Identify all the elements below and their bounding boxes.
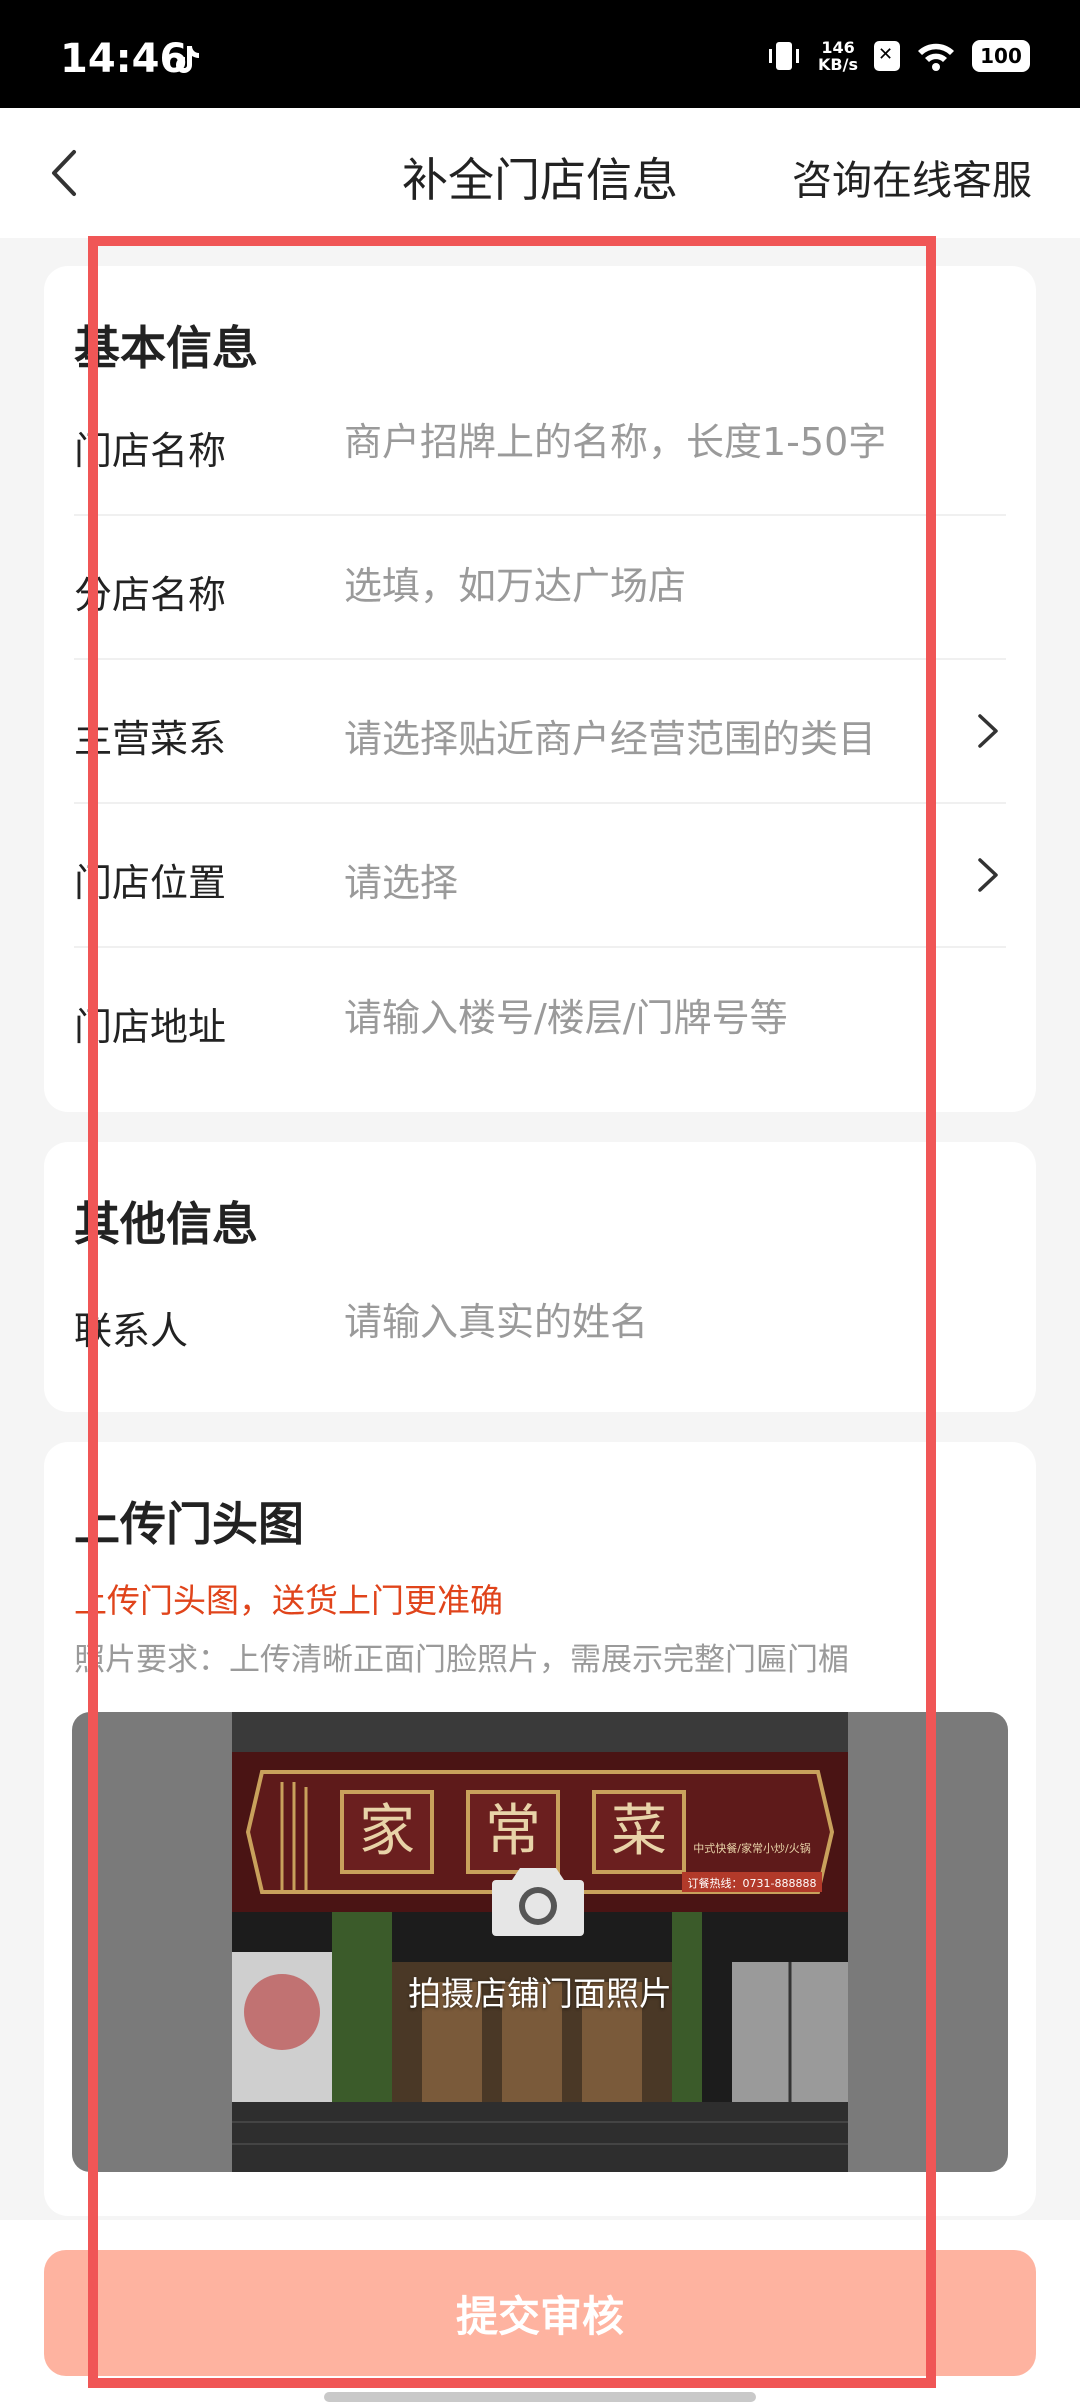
bottom-bar: 提交审核 [0,2220,1080,2408]
location-select[interactable]: 请选择 [344,852,458,907]
sign-char-1: 家 [359,1799,415,1864]
cuisine-label: 主营菜系 [74,717,227,761]
location-label: 门店位置 [74,861,227,905]
store-name-label: 门店名称 [74,429,227,473]
vibrate-icon [769,42,800,70]
contact-input[interactable] [344,1290,934,1354]
storefront-sample-image: 家 常 菜 中式快餐/家常小炒/火锅 订餐热线：0731-888888 [232,1712,848,2172]
sim-icon [874,41,900,71]
basic-info-card: 基本信息 门店名称 分店名称 主营菜系 请选择贴近商户经营范围的类目 门店位置 … [44,266,1036,1112]
sign-char-2: 常 [485,1799,541,1864]
photo-requirements: 照片要求：上传清晰正面门脸照片，需展示完整门匾门楣 [74,1642,849,1678]
network-speed: 146 KB/s [818,38,858,74]
status-time: 14:46 [60,36,188,82]
sign-subtitle: 中式快餐/家常小炒/火锅 [693,1841,810,1855]
sign-phone: 订餐热线：0731-888888 [688,1876,817,1890]
camera-icon[interactable] [490,1862,586,1938]
chevron-right-icon [978,714,998,748]
address-row[interactable]: 门店地址 [74,948,1006,1092]
storefront-photo-upload[interactable]: 家 常 菜 中式快餐/家常小炒/火锅 订餐热线：0731-888888 拍摄店铺… [72,1712,1008,2172]
store-name-row[interactable]: 门店名称 [74,372,1006,516]
branch-name-label: 分店名称 [74,573,227,617]
sign-char-3: 菜 [611,1799,667,1864]
branch-name-row[interactable]: 分店名称 [74,516,1006,660]
submit-review-button[interactable]: 提交审核 [44,2250,1036,2376]
tiktok-icon [176,46,199,73]
address-input[interactable] [344,986,934,1050]
upload-title: 上传门头图 [74,1497,304,1551]
status-bar: 14:46 146 KB/s 100 [0,0,1080,108]
address-label: 门店地址 [74,1005,227,1049]
contact-row[interactable]: 联系人 [74,1252,1006,1396]
other-info-card: 其他信息 联系人 [44,1142,1036,1412]
chevron-right-icon [978,858,998,892]
store-name-input[interactable] [344,410,934,474]
basic-info-title: 基本信息 [74,321,258,375]
upload-card: 上传门头图 上传门头图，送货上门更准确 照片要求：上传清晰正面门脸照片，需展示完… [44,1442,1036,2216]
home-indicator[interactable] [324,2392,756,2402]
upload-caption: 拍摄店铺门面照片 [408,1974,672,2013]
upload-tip: 上传门头图，送货上门更准确 [74,1581,503,1620]
location-row[interactable]: 门店位置 请选择 [74,804,1006,948]
other-info-title: 其他信息 [74,1197,258,1251]
nav-bar: 补全门店信息 咨询在线客服 [0,108,1080,238]
branch-name-input[interactable] [344,554,934,618]
cuisine-row[interactable]: 主营菜系 请选择贴近商户经营范围的类目 [74,660,1006,804]
battery-indicator: 100 [972,40,1030,72]
contact-label: 联系人 [74,1309,189,1353]
cuisine-select[interactable]: 请选择贴近商户经营范围的类目 [344,708,876,763]
wifi-icon [918,43,954,71]
online-service-link[interactable]: 咨询在线客服 [792,148,1032,206]
